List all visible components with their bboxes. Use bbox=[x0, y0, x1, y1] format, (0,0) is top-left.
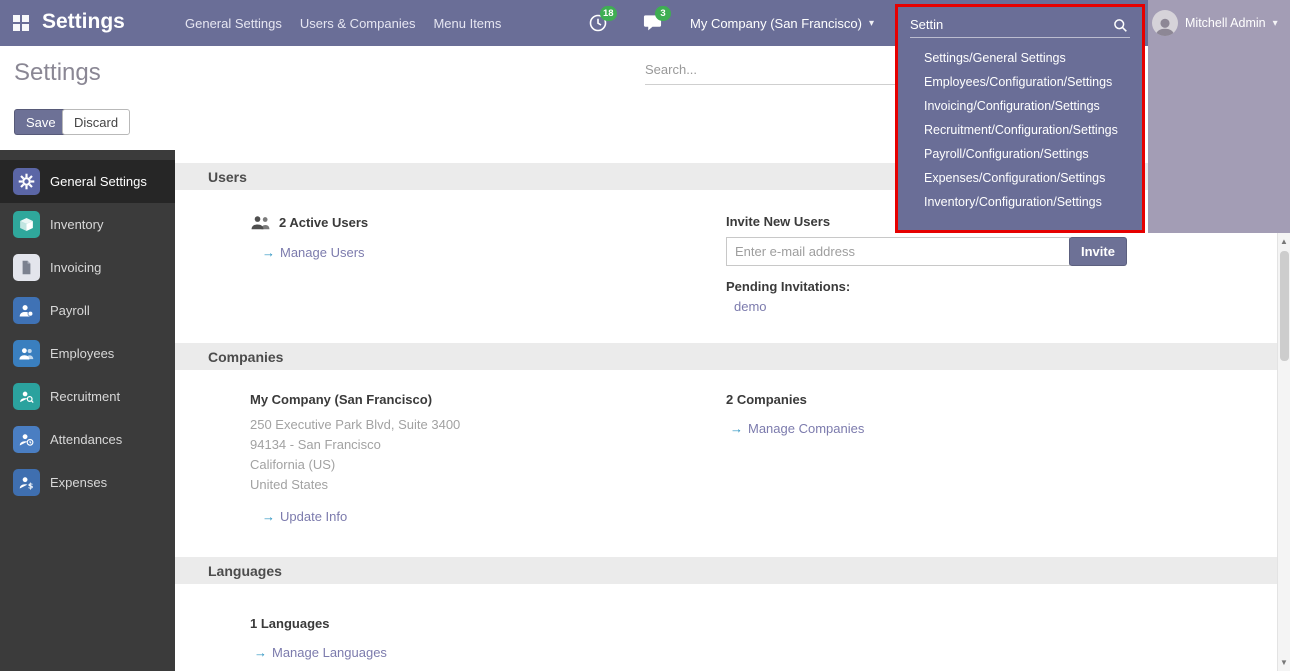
update-info-link[interactable]: Update Info bbox=[280, 509, 347, 524]
message-count-badge: 3 bbox=[655, 6, 671, 21]
activity-count-badge: 18 bbox=[600, 6, 617, 21]
arrow-right-icon: → bbox=[262, 245, 275, 260]
sidebar-item-label: General Settings bbox=[50, 174, 147, 189]
arrow-right-icon: → bbox=[262, 509, 275, 524]
search-result[interactable]: Inventory/Configuration/Settings bbox=[898, 190, 1142, 214]
chevron-down-icon: ▾ bbox=[869, 18, 874, 29]
svg-text:$: $ bbox=[28, 482, 33, 491]
sidebar-item-expenses[interactable]: $ Expenses bbox=[0, 461, 175, 504]
sidebar-item-label: Payroll bbox=[50, 303, 90, 318]
active-users-count: 2 Active Users bbox=[279, 215, 368, 230]
invite-email-input[interactable] bbox=[726, 237, 1070, 266]
avatar bbox=[1152, 10, 1178, 36]
search-result[interactable]: Expenses/Configuration/Settings bbox=[898, 166, 1142, 190]
section-companies: My Company (San Francisco) 250 Executive… bbox=[175, 370, 1277, 544]
person-clock-icon bbox=[13, 426, 40, 453]
page-title: Settings bbox=[14, 59, 101, 87]
menu-users-companies[interactable]: Users & Companies bbox=[300, 16, 416, 31]
scroll-down-arrow[interactable]: ▼ bbox=[1278, 658, 1290, 667]
navbar-menu: General Settings Users & Companies Menu … bbox=[185, 0, 501, 46]
sidebar-item-label: Invoicing bbox=[50, 260, 101, 275]
arrow-right-icon: → bbox=[254, 645, 267, 660]
company-name-label: My Company (San Francisco) bbox=[250, 392, 726, 407]
user-menu-trigger[interactable]: Mitchell Admin ▾ bbox=[1152, 0, 1278, 46]
search-icon[interactable] bbox=[1113, 18, 1128, 38]
records-search-input[interactable]: Search... bbox=[645, 62, 895, 85]
activities-clock-icon[interactable]: 18 bbox=[588, 13, 610, 35]
user-name: Mitchell Admin bbox=[1185, 16, 1266, 30]
pending-invitations-label: Pending Invitations: bbox=[726, 279, 1237, 294]
people-icon bbox=[13, 340, 40, 367]
company-switcher[interactable]: My Company (San Francisco) ▾ bbox=[690, 0, 874, 46]
search-result[interactable]: Settings/General Settings bbox=[898, 46, 1142, 70]
sidebar-item-inventory[interactable]: Inventory bbox=[0, 203, 175, 246]
invite-button[interactable]: Invite bbox=[1069, 237, 1127, 266]
annotation-highlight-search-dropdown: Settings/General Settings Employees/Conf… bbox=[895, 4, 1145, 233]
scrollbar-thumb[interactable] bbox=[1280, 251, 1289, 361]
languages-count: 1 Languages bbox=[250, 616, 726, 631]
vertical-scrollbar[interactable]: ▲ ▼ bbox=[1277, 233, 1290, 671]
apps-menu-icon[interactable] bbox=[13, 15, 29, 31]
user-group-icon bbox=[250, 214, 271, 231]
manage-users-link[interactable]: Manage Users bbox=[280, 245, 365, 260]
sidebar-item-label: Expenses bbox=[50, 475, 107, 490]
search-result[interactable]: Recruitment/Configuration/Settings bbox=[898, 118, 1142, 142]
global-search-input[interactable] bbox=[910, 15, 1130, 38]
person-coin-icon bbox=[13, 297, 40, 324]
discard-button[interactable]: Discard bbox=[62, 109, 130, 135]
settings-sidebar: General Settings Inventory Invoicing bbox=[0, 150, 175, 671]
save-button[interactable]: Save bbox=[14, 109, 68, 135]
sidebar-item-label: Recruitment bbox=[50, 389, 120, 404]
section-header-companies: Companies bbox=[175, 343, 1277, 370]
gear-icon bbox=[13, 168, 40, 195]
chevron-down-icon: ▾ bbox=[1273, 18, 1278, 29]
company-name: My Company (San Francisco) bbox=[690, 16, 862, 31]
sidebar-item-general-settings[interactable]: General Settings bbox=[0, 160, 175, 203]
section-header-languages: Languages bbox=[175, 557, 1277, 584]
menu-general-settings[interactable]: General Settings bbox=[185, 16, 282, 31]
search-result[interactable]: Employees/Configuration/Settings bbox=[898, 70, 1142, 94]
sidebar-item-recruitment[interactable]: Recruitment bbox=[0, 375, 175, 418]
companies-count: 2 Companies bbox=[726, 392, 1237, 407]
messages-icon[interactable]: 3 bbox=[643, 13, 665, 35]
search-result[interactable]: Invoicing/Configuration/Settings bbox=[898, 94, 1142, 118]
person-dollar-icon: $ bbox=[13, 469, 40, 496]
menu-menu-items[interactable]: Menu Items bbox=[433, 16, 501, 31]
person-magnifier-icon bbox=[13, 383, 40, 410]
avatar-person-icon bbox=[1154, 16, 1176, 36]
company-address: 250 Executive Park Blvd, Suite 3400 9413… bbox=[250, 415, 726, 495]
box-icon bbox=[13, 211, 40, 238]
manage-companies-link[interactable]: Manage Companies bbox=[748, 421, 864, 436]
manage-languages-link[interactable]: Manage Languages bbox=[272, 645, 387, 660]
sidebar-item-label: Inventory bbox=[50, 217, 103, 232]
sidebar-item-invoicing[interactable]: Invoicing bbox=[0, 246, 175, 289]
scroll-up-arrow[interactable]: ▲ bbox=[1278, 237, 1290, 246]
sidebar-item-label: Employees bbox=[50, 346, 114, 361]
sidebar-item-payroll[interactable]: Payroll bbox=[0, 289, 175, 332]
odoo-settings-page: Settings General Settings Users & Compan… bbox=[0, 0, 1290, 671]
search-results-list: Settings/General Settings Employees/Conf… bbox=[898, 46, 1142, 214]
sidebar-item-employees[interactable]: Employees bbox=[0, 332, 175, 375]
app-brand-title[interactable]: Settings bbox=[42, 10, 125, 34]
sidebar-item-attendances[interactable]: Attendances bbox=[0, 418, 175, 461]
sidebar-item-label: Attendances bbox=[50, 432, 122, 447]
section-languages: 1 Languages → Manage Languages bbox=[175, 584, 1277, 660]
global-search-row bbox=[898, 7, 1142, 38]
pending-user-link[interactable]: demo bbox=[734, 299, 767, 314]
arrow-right-icon: → bbox=[730, 421, 743, 436]
document-icon bbox=[13, 254, 40, 281]
search-result[interactable]: Payroll/Configuration/Settings bbox=[898, 142, 1142, 166]
